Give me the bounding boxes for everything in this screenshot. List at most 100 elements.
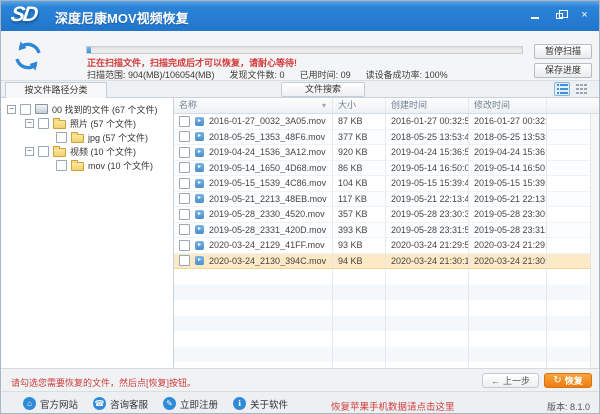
tree-checkbox[interactable] <box>38 117 49 129</box>
recover-hint-text: 请勾选您需要恢复的文件，然后点[恢复]按钮。 <box>11 378 197 388</box>
file-name-cell: ▸ 2016-01-27_0032_3A05.mov <box>174 114 333 129</box>
tree-checkbox[interactable] <box>56 131 67 143</box>
row-checkbox[interactable] <box>179 177 190 189</box>
table-row[interactable]: ▸ 2020-03-24_2130_394C.mov 94 KB 2020-03-24… <box>174 253 599 269</box>
file-modified-time: 2019-04-24 15:36:59 <box>469 145 547 160</box>
grid-view-button[interactable] <box>573 82 589 96</box>
recover-button[interactable]: ↻ 恢复 <box>544 373 592 388</box>
file-name-cell: ▸ 2019-05-14_1650_4D68.mov <box>174 160 333 175</box>
table-row[interactable]: ▸ 2020-03-24_2129_41FF.mov 93 KB 2020-03-24… <box>174 238 599 254</box>
file-size: 86 KB <box>333 160 386 175</box>
read-success-stat: 读设备成功率: 100% <box>365 70 448 80</box>
app-window: SD 深度尼康MOV视频恢复 × 正在扫描文件，扫描完成后才可以恢复，请耐心等待… <box>0 0 600 414</box>
table-row[interactable]: ▸ 2019-05-21_2213_48EB.mov 117 KB 2019-05-2… <box>174 191 599 207</box>
video-file-icon: ▸ <box>195 163 204 173</box>
column-header-size[interactable]: 大小 <box>333 98 386 113</box>
tab-path-category[interactable]: 按文件路径分类 <box>5 82 107 98</box>
table-row[interactable]: ▸ 2019-05-28_2330_4520.mov 357 KB 2019-05-2… <box>174 207 599 223</box>
file-created-time: 2019-05-15 15:39:40 <box>386 176 469 191</box>
video-file-icon: ▸ <box>195 256 204 266</box>
row-checkbox[interactable] <box>179 131 190 143</box>
app-logo-icon: SD <box>9 3 38 26</box>
file-created-time: 2019-04-24 15:36:59 <box>386 145 469 160</box>
table-row[interactable]: ▸ 2019-04-24_1536_3A12.mov 920 KB 2019-04-2… <box>174 145 599 161</box>
tree-checkbox[interactable] <box>56 159 67 171</box>
file-created-time: 2016-01-27 00:32:50 <box>386 114 469 129</box>
footer-link-official-site[interactable]: ⌂ 官方网站 <box>23 397 78 411</box>
file-modified-time: 2020-03-24 21:29:56 <box>469 238 547 253</box>
apple-recovery-link[interactable]: 恢复苹果手机数据请点击这里 <box>331 399 455 413</box>
collapse-expander-icon[interactable]: − <box>25 146 34 156</box>
close-button[interactable]: × <box>576 7 593 22</box>
recycle-icon <box>15 41 41 71</box>
file-size: 93 KB <box>333 238 386 253</box>
file-size: 357 KB <box>333 207 386 222</box>
file-size: 920 KB <box>333 145 386 160</box>
column-header-extra <box>547 98 599 113</box>
table-row[interactable]: ▸ 2019-05-14_1650_4D68.mov 86 KB 2019-05-14… <box>174 160 599 176</box>
file-search-button[interactable]: 文件搜索 <box>281 82 365 97</box>
tree-item-jpg[interactable]: jpg (57 个文件) <box>1 130 173 144</box>
prev-step-label: 上一步 <box>502 376 530 386</box>
footer-link-register[interactable]: ✎ 立即注册 <box>163 397 218 411</box>
file-name-cell: ▸ 2020-03-24_2129_41FF.mov <box>174 238 333 253</box>
tree-item-label: 照片 (57 个文件) <box>70 118 137 129</box>
row-checkbox[interactable] <box>179 208 190 220</box>
column-header-created[interactable]: 创建时间 <box>386 98 469 113</box>
save-progress-button[interactable]: 保存进度 <box>534 63 592 78</box>
tree-checkbox[interactable] <box>20 103 31 115</box>
drive-icon <box>35 104 48 114</box>
table-row[interactable]: ▸ 2016-01-27_0032_3A05.mov 87 KB 2016-01-27… <box>174 114 599 130</box>
scan-range-stat: 扫描范围: 904(MB)/106054(MB) <box>87 70 215 80</box>
collapse-expander-icon[interactable]: − <box>7 104 16 114</box>
home-icon: ⌂ <box>23 397 36 410</box>
video-file-icon: ▸ <box>195 209 204 219</box>
column-header-name-label: 名称 <box>179 100 198 110</box>
file-name: 2019-05-28_2331_420D.mov <box>209 224 327 235</box>
recover-label: 恢复 <box>564 376 583 386</box>
row-checkbox[interactable] <box>179 255 190 267</box>
row-checkbox[interactable] <box>179 146 190 158</box>
prev-step-button[interactable]: ← 上一步 <box>482 373 539 388</box>
table-row[interactable]: ▸ 2018-05-25_1353_48F6.mov 377 KB 2018-05-2… <box>174 129 599 145</box>
table-header: 名称 ▾ 大小 创建时间 修改时间 <box>174 98 599 114</box>
tree-item-videos[interactable]: − 视频 (10 个文件) <box>1 144 173 158</box>
video-file-icon: ▸ <box>195 178 204 188</box>
file-created-time: 2019-05-28 23:31:55 <box>386 222 469 237</box>
table-row[interactable]: ▸ 2019-05-28_2331_420D.mov 393 KB 2019-05-2… <box>174 222 599 238</box>
file-name-cell: ▸ 2019-05-21_2213_48EB.mov <box>174 191 333 206</box>
scan-progress-bar <box>86 46 523 54</box>
row-checkbox[interactable] <box>179 162 190 174</box>
file-size: 117 KB <box>333 191 386 206</box>
column-header-modified[interactable]: 修改时间 <box>469 98 547 113</box>
restore-button[interactable] <box>551 7 568 22</box>
row-checkbox[interactable] <box>179 193 190 205</box>
file-modified-time: 2020-03-24 21:30:18 <box>469 253 547 268</box>
tree-item-photos[interactable]: − 照片 (57 个文件) <box>1 116 173 130</box>
row-checkbox[interactable] <box>179 224 190 236</box>
window-controls: × <box>526 7 593 22</box>
folder-tree: − 00 找到的文件 (67 个文件) − 照片 (57 个文件) jpg (57 个文… <box>1 98 174 368</box>
footer-link-about-software[interactable]: ℹ 关于软件 <box>233 397 288 411</box>
file-modified-time: 2019-05-28 23:31:55 <box>469 222 547 237</box>
window-title: 深度尼康MOV视频恢复 <box>55 11 189 26</box>
table-row[interactable]: ▸ 2019-05-15_1539_4C86.mov 104 KB 2019-05-1… <box>174 176 599 192</box>
column-header-name[interactable]: 名称 ▾ <box>174 98 333 113</box>
file-name-cell: ▸ 2018-05-25_1353_48F6.mov <box>174 129 333 144</box>
minimize-button[interactable] <box>526 7 543 22</box>
file-name: 2019-05-28_2330_4520.mov <box>209 209 325 220</box>
footer-link-label: 官方网站 <box>40 399 79 411</box>
tree-item-mov[interactable]: mov (10 个文件) <box>1 158 173 172</box>
table-scrollbar[interactable] <box>590 114 599 368</box>
list-view-button[interactable] <box>554 82 570 96</box>
row-checkbox[interactable] <box>179 239 190 251</box>
tree-checkbox[interactable] <box>38 145 49 157</box>
file-size: 377 KB <box>333 129 386 144</box>
file-modified-time: 2016-01-27 00:32:50 <box>469 114 547 129</box>
row-checkbox[interactable] <box>179 115 190 127</box>
file-created-time: 2019-05-14 16:50:01 <box>386 160 469 175</box>
tree-item-found-files[interactable]: − 00 找到的文件 (67 个文件) <box>1 102 173 116</box>
collapse-expander-icon[interactable]: − <box>25 118 34 128</box>
footer-link-customer-service[interactable]: ☎ 咨询客服 <box>93 397 148 411</box>
pause-scan-button[interactable]: 暂停扫描 <box>534 44 592 59</box>
